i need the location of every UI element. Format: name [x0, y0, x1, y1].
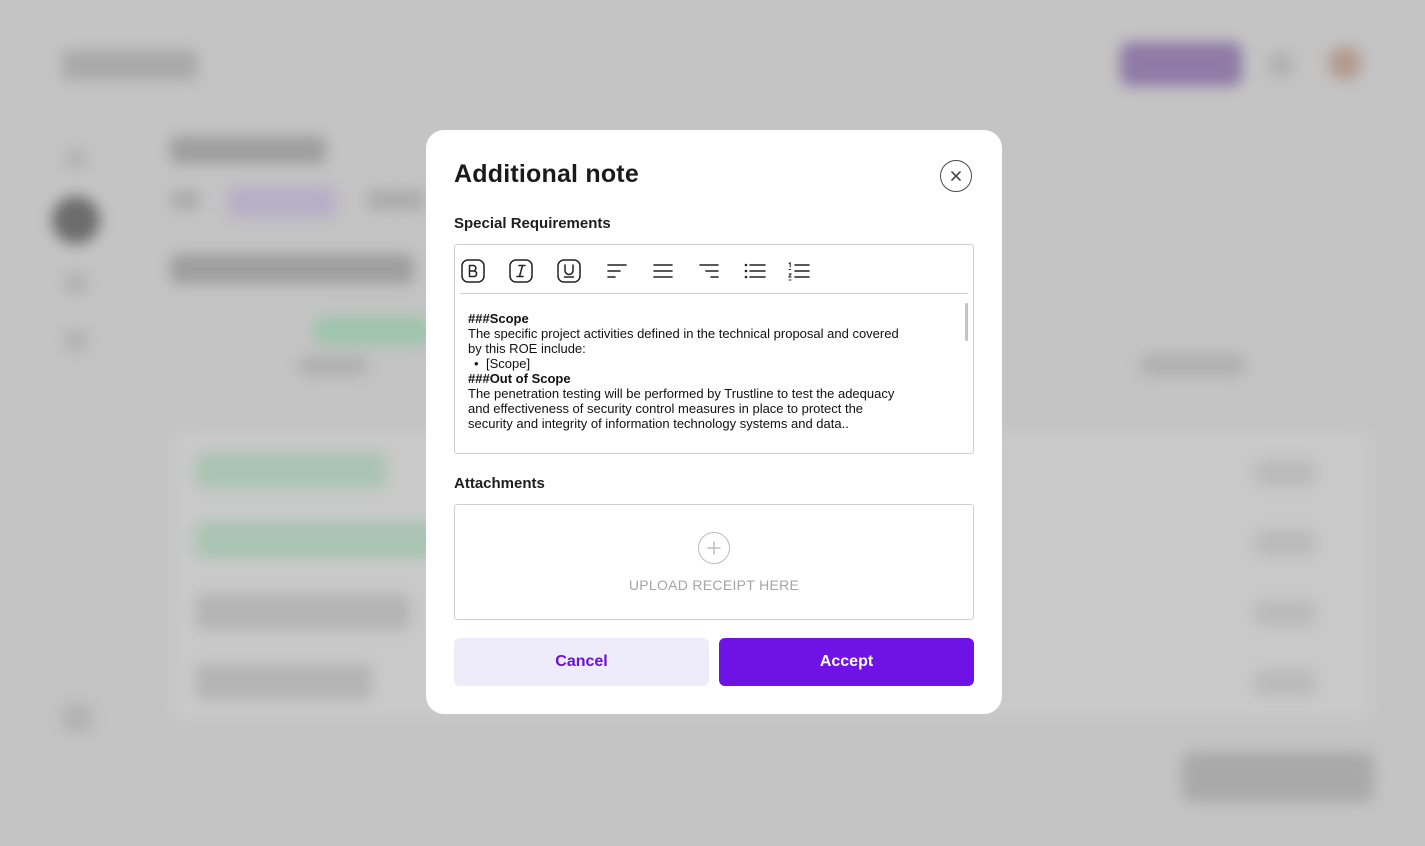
attachments-label: Attachments: [454, 475, 545, 492]
list-item-action: [1254, 670, 1316, 696]
additional-note-modal: Additional note Special Requirements ###…: [426, 130, 1002, 714]
cancel-button[interactable]: Cancel: [454, 638, 709, 686]
tab: [366, 190, 426, 210]
align-center-button[interactable]: [650, 258, 676, 284]
underline-button[interactable]: [556, 258, 582, 284]
upload-text: UPLOAD RECEIPT HERE: [628, 577, 800, 593]
editor-bullet-item: • [Scope]: [468, 356, 938, 371]
special-requirements-label: Special Requirements: [454, 215, 611, 232]
sidebar-item: [64, 330, 88, 352]
sidebar-item: [62, 704, 92, 732]
tab: [170, 190, 200, 210]
editor-paragraph-line: The penetration testing will be performe…: [468, 386, 895, 401]
sidebar-item-active: [52, 196, 100, 244]
editor-heading-scope: ###Scope: [468, 311, 529, 326]
list-item-action: [1254, 600, 1316, 626]
numbered-list-button[interactable]: [786, 258, 812, 284]
list-item-action: [1254, 530, 1316, 556]
underline-icon: [557, 259, 581, 283]
align-left-button[interactable]: [604, 258, 630, 284]
app-logo: [62, 50, 198, 80]
align-center-icon: [653, 264, 673, 278]
editor-paragraph-line: security and integrity of information te…: [468, 416, 849, 431]
avatar: [1328, 46, 1362, 80]
editor-heading-out-of-scope: ###Out of Scope: [468, 371, 571, 386]
modal-title: Additional note: [454, 160, 639, 188]
list-item: [196, 452, 386, 488]
tab-active: [228, 186, 336, 218]
rich-text-editor[interactable]: ###Scope The specific project activities…: [454, 244, 974, 454]
bullet-dot-icon: •: [474, 356, 479, 371]
editor-scrollbar[interactable]: [965, 303, 968, 341]
stepper-step: [312, 316, 432, 346]
list-item: [196, 594, 410, 630]
stepper-label: [1140, 354, 1246, 376]
list-item: [196, 522, 436, 558]
editor-paragraph-line: by this ROE include:: [468, 341, 586, 356]
header-action-button: [1120, 42, 1242, 86]
editor-content[interactable]: ###Scope The specific project activities…: [468, 311, 938, 431]
bullet-list-button[interactable]: [742, 258, 768, 284]
editor-paragraph-line: The specific project activities defined …: [468, 326, 899, 341]
italic-button[interactable]: [508, 258, 534, 284]
footer-button: [1182, 752, 1374, 802]
section-heading: [170, 254, 414, 284]
numbered-list-icon: [788, 261, 810, 281]
italic-icon: [509, 259, 533, 283]
bold-button[interactable]: [460, 258, 486, 284]
close-button[interactable]: [940, 160, 972, 192]
align-left-icon: [607, 264, 627, 278]
editor-toolbar: [460, 245, 968, 294]
editor-bullet-text: [Scope]: [486, 356, 531, 371]
sidebar-item: [64, 272, 88, 294]
list-item: [196, 664, 372, 700]
align-right-icon: [699, 264, 719, 278]
bullet-list-icon: [744, 263, 766, 279]
align-right-button[interactable]: [696, 258, 722, 284]
upload-dropzone[interactable]: UPLOAD RECEIPT HERE: [454, 504, 974, 620]
list-item-action: [1254, 460, 1316, 486]
notification-icon: [1268, 52, 1294, 78]
accept-button[interactable]: Accept: [719, 638, 974, 686]
close-icon: [951, 171, 961, 181]
page-title: [170, 136, 326, 164]
editor-paragraph-line: and effectiveness of security control me…: [468, 401, 864, 416]
stepper-label: [298, 356, 368, 376]
plus-icon: [698, 532, 730, 564]
bold-icon: [461, 259, 485, 283]
sidebar-item: [64, 150, 88, 168]
